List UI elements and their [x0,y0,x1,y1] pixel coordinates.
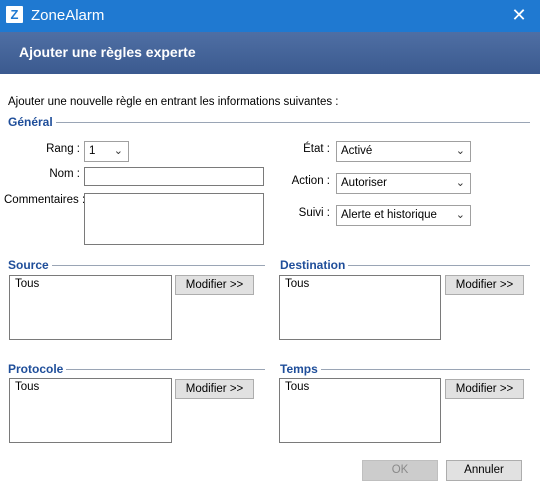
rank-select[interactable]: 1 ⌄ [84,141,129,162]
track-value: Alerte et historique [341,209,437,221]
protocol-list[interactable]: Tous [9,378,172,443]
close-button[interactable]: ✕ [505,4,533,28]
protocol-modify-button[interactable]: Modifier >> [175,379,254,399]
intro-text: Ajouter une nouvelle règle en entrant le… [8,96,339,108]
list-item[interactable]: Tous [285,278,435,290]
rank-value: 1 [89,145,96,157]
name-label: Nom : [49,168,80,180]
time-modify-button[interactable]: Modifier >> [445,379,524,399]
destination-list[interactable]: Tous [279,275,441,340]
destination-group-title: Destination [280,258,349,272]
general-group-title: Général [8,115,56,129]
zonealarm-logo-icon: Z [6,6,23,23]
chevron-down-icon: ⌄ [455,145,465,157]
state-label: État : [303,143,330,155]
track-label: Suivi : [298,207,330,219]
list-item[interactable]: Tous [15,278,166,290]
chevron-down-icon: ⌄ [455,177,465,189]
comments-label: Commentaires : [4,194,86,206]
name-field[interactable] [84,167,264,186]
action-label: Action : [291,175,330,187]
action-select[interactable]: Autoriser ⌄ [336,173,471,194]
rank-label: Rang : [46,143,80,155]
ok-button[interactable]: OK [362,460,438,481]
protocol-group-title: Protocole [8,362,67,376]
time-list[interactable]: Tous [279,378,441,443]
track-select[interactable]: Alerte et historique ⌄ [336,205,471,226]
dialog-title: Ajouter une règles experte [19,44,196,60]
close-icon: ✕ [511,5,527,25]
list-item[interactable]: Tous [285,381,435,393]
window-title: ZoneAlarm [31,7,105,24]
comments-field[interactable] [84,193,264,245]
time-group-title: Temps [280,362,321,376]
source-list[interactable]: Tous [9,275,172,340]
chevron-down-icon: ⌄ [113,145,123,157]
action-value: Autoriser [341,177,388,189]
general-divider [8,122,530,123]
cancel-button[interactable]: Annuler [446,460,522,481]
chevron-down-icon: ⌄ [455,209,465,221]
state-value: Activé [341,145,373,157]
source-modify-button[interactable]: Modifier >> [175,275,254,295]
state-select[interactable]: Activé ⌄ [336,141,471,162]
source-group-title: Source [8,258,52,272]
destination-modify-button[interactable]: Modifier >> [445,275,524,295]
list-item[interactable]: Tous [15,381,166,393]
